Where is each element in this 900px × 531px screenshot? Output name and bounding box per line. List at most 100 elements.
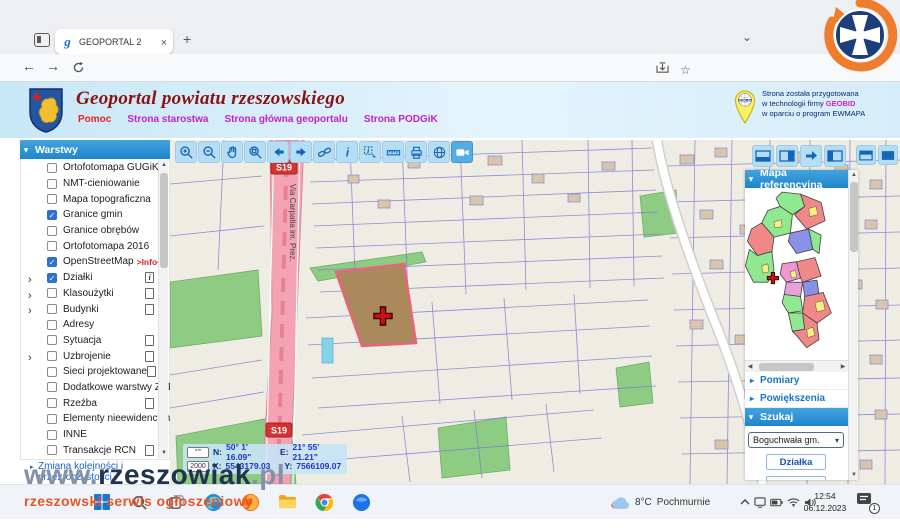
identify-button[interactable]: i [336,141,358,163]
layer-row[interactable]: Klasoużytki [21,286,169,302]
search-button[interactable] [127,490,151,514]
new-tab-button[interactable] [183,31,191,49]
print-button[interactable] [405,141,427,163]
layer-row[interactable]: Elementy nieewidencyjne [21,411,169,427]
legend-doc-icon[interactable] [145,351,154,362]
layout-4-button[interactable] [824,145,846,167]
expand-icon[interactable] [28,301,36,316]
weather-widget[interactable]: 8°C Pochmurnie [610,490,710,514]
collapse-2-button[interactable] [878,145,898,165]
nav-podgik[interactable]: Strona PODGiK [364,114,438,125]
layer-checkbox[interactable] [47,382,57,392]
scrollbar-thumb[interactable] [850,182,858,252]
layout-1-button[interactable] [752,145,774,167]
tab-list-chevron-icon[interactable] [742,28,752,46]
layer-row[interactable]: Ortofotomapa GUGiK [21,160,169,176]
layer-row[interactable]: OpenStreetMap>Info< [21,254,169,270]
reload-button[interactable] [72,61,85,74]
globe-button[interactable] [428,141,450,163]
legend-doc-icon[interactable] [145,335,154,346]
firefox-view-icon[interactable] [34,33,50,47]
layer-row[interactable]: Sieci projektowane [21,364,169,380]
identify-area-button[interactable]: i [359,141,381,163]
layers-scrollbar[interactable] [158,160,168,458]
collapse-1-button[interactable] [856,145,876,165]
dms-button[interactable]: °'" [187,447,209,458]
expand-icon[interactable] [28,286,36,301]
layout-3-button[interactable] [800,145,822,167]
layer-row[interactable]: INNE [21,427,169,443]
layer-row[interactable]: Ortofotomapa 2016 [21,238,169,254]
nav-pomoc[interactable]: Pomoc [78,114,111,125]
right-panel-scrollbar[interactable] [848,170,858,480]
notification-button[interactable]: 1 [856,492,878,512]
legend-doc-icon[interactable] [145,445,154,456]
zoom-window-button[interactable] [244,141,266,163]
layer-checkbox[interactable] [47,367,57,377]
bookmark-star-icon[interactable] [680,61,691,79]
layer-row[interactable]: Adresy [21,317,169,333]
gmina-select[interactable]: Boguchwała gm. [748,432,844,448]
firefox-icon[interactable] [238,490,262,514]
next-view-button[interactable] [290,141,312,163]
pan-button[interactable] [221,141,243,163]
layer-checkbox[interactable] [47,163,57,173]
legend-doc-icon[interactable] [145,304,154,315]
layer-row[interactable]: NMT-cieniowanie [21,176,169,192]
zoom-out-button[interactable] [198,141,220,163]
layer-checkbox[interactable] [47,335,57,345]
layer-checkbox[interactable] [47,445,57,455]
layer-checkbox[interactable] [47,288,57,298]
scroll-down-icon[interactable] [159,448,169,458]
battery-icon[interactable] [770,498,783,507]
monitor-icon[interactable] [754,497,766,508]
county-map[interactable] [745,188,848,360]
layer-row[interactable]: Sytuacja [21,333,169,349]
layer-checkbox[interactable] [47,194,57,204]
scrollbar-thumb[interactable] [759,363,814,371]
browser-blue-icon[interactable] [349,490,373,514]
epsg-button[interactable]: 2000 [187,461,209,472]
taskbar-clock[interactable]: 12:54 06.12.2023 [799,490,851,515]
layer-checkbox[interactable] [47,351,57,361]
layer-checkbox[interactable] [47,179,57,189]
legend-doc-icon[interactable] [147,366,156,377]
reference-map-header[interactable]: Mapa referencyjna [745,170,848,188]
file-explorer-icon[interactable] [275,490,299,514]
layer-row[interactable]: Mapa topograficzna [21,191,169,207]
stream-button[interactable] [451,141,473,163]
tab-close-icon[interactable] [161,33,167,51]
layers-panel-header[interactable]: Warstwy [20,140,170,159]
scroll-up-icon[interactable] [159,160,169,170]
layer-checkbox[interactable] [47,430,57,440]
layer-checkbox[interactable] [47,210,57,220]
powiekszenia-section[interactable]: Powiększenia [745,390,848,408]
layer-row[interactable]: Rzeźba [21,395,169,411]
layer-checkbox[interactable] [47,304,57,314]
previous-view-button[interactable] [267,141,289,163]
save-page-icon[interactable] [656,62,669,74]
legend-doc-icon[interactable] [145,288,154,299]
legend-doc-icon[interactable] [145,398,154,409]
layer-row[interactable]: Granice gmin [21,207,169,223]
layer-row[interactable]: Budynki [21,301,169,317]
expand-icon[interactable] [28,270,36,285]
szukaj-section-header[interactable]: Szukaj [745,408,848,426]
back-button[interactable] [22,58,36,76]
layer-row[interactable]: Dodatkowe warstwy ZUD [21,380,169,396]
expand-icon[interactable] [28,348,36,363]
tabela-button[interactable]: Tabela [766,476,826,480]
link-button[interactable] [313,141,335,163]
layer-row[interactable]: Granice obrębów [21,223,169,239]
legend-doc-icon[interactable] [145,272,154,283]
chrome-icon[interactable] [312,490,336,514]
edge-icon[interactable] [201,490,225,514]
layer-checkbox[interactable] [47,257,57,267]
reference-map-hscrollbar[interactable] [745,360,848,372]
layer-checkbox[interactable] [47,226,57,236]
layer-checkbox[interactable] [47,398,57,408]
layer-row[interactable]: Działki [21,270,169,286]
task-view-button[interactable] [164,490,188,514]
forward-button[interactable] [46,58,60,76]
layer-checkbox[interactable] [47,414,57,424]
